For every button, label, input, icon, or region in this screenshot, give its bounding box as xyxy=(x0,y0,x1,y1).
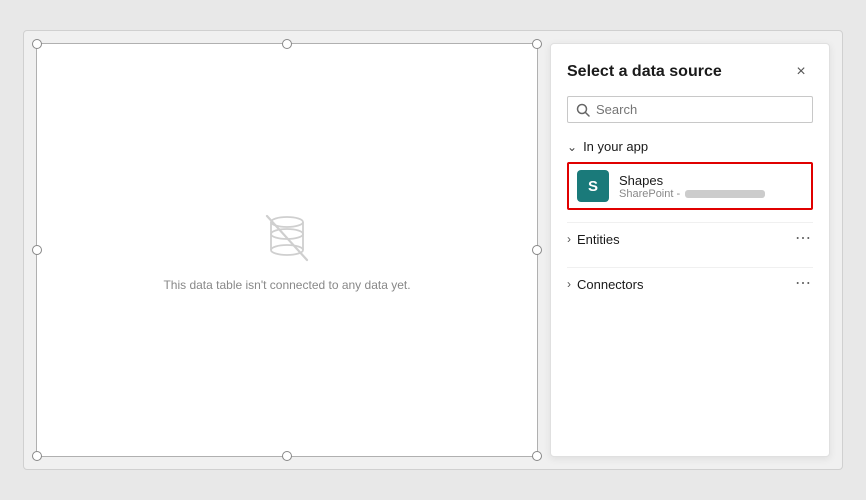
handle-tm[interactable] xyxy=(282,39,292,49)
canvas-icon: This data table isn't connected to any d… xyxy=(163,208,410,292)
handle-mr[interactable] xyxy=(532,245,542,255)
panel-header: Select a data source × xyxy=(567,60,813,84)
handle-bl[interactable] xyxy=(32,451,42,461)
entities-chevron: › xyxy=(567,232,571,246)
handle-ml[interactable] xyxy=(32,245,42,255)
search-icon xyxy=(576,103,590,117)
handle-tr[interactable] xyxy=(532,39,542,49)
handle-br[interactable] xyxy=(532,451,542,461)
connectors-section[interactable]: › Connectors ⋯ xyxy=(567,267,813,300)
search-input[interactable] xyxy=(596,102,804,117)
shapes-icon: S xyxy=(577,170,609,202)
no-data-icon xyxy=(257,208,317,268)
blurred-text xyxy=(685,190,765,198)
shapes-name: Shapes xyxy=(619,173,765,188)
in-your-app-chevron: ⌄ xyxy=(567,140,577,154)
connectors-left: › Connectors xyxy=(567,277,643,292)
entities-more-icon[interactable]: ⋯ xyxy=(795,231,813,247)
connectors-more-icon[interactable]: ⋯ xyxy=(795,276,813,292)
shapes-item[interactable]: S Shapes SharePoint - xyxy=(567,162,813,210)
entities-label: Entities xyxy=(577,232,620,247)
shapes-subtitle: SharePoint - xyxy=(619,188,765,200)
connectors-chevron: › xyxy=(567,277,571,291)
canvas-empty-label: This data table isn't connected to any d… xyxy=(163,278,410,292)
connectors-label: Connectors xyxy=(577,277,643,292)
handle-tl[interactable] xyxy=(32,39,42,49)
handle-bm[interactable] xyxy=(282,451,292,461)
shapes-icon-letter: S xyxy=(588,178,598,195)
in-your-app-header[interactable]: ⌄ In your app xyxy=(567,135,813,158)
in-your-app-label: In your app xyxy=(583,139,648,154)
in-your-app-section: ⌄ In your app S Shapes SharePoint - xyxy=(567,135,813,210)
outer-container: This data table isn't connected to any d… xyxy=(23,30,843,470)
entities-left: › Entities xyxy=(567,232,620,247)
search-box[interactable] xyxy=(567,96,813,123)
side-panel: Select a data source × ⌄ In your app S xyxy=(550,43,830,457)
entities-section[interactable]: › Entities ⋯ xyxy=(567,222,813,255)
canvas-area: This data table isn't connected to any d… xyxy=(36,43,538,457)
panel-title: Select a data source xyxy=(567,63,722,81)
close-button[interactable]: × xyxy=(789,60,813,84)
shapes-info: Shapes SharePoint - xyxy=(619,173,765,200)
